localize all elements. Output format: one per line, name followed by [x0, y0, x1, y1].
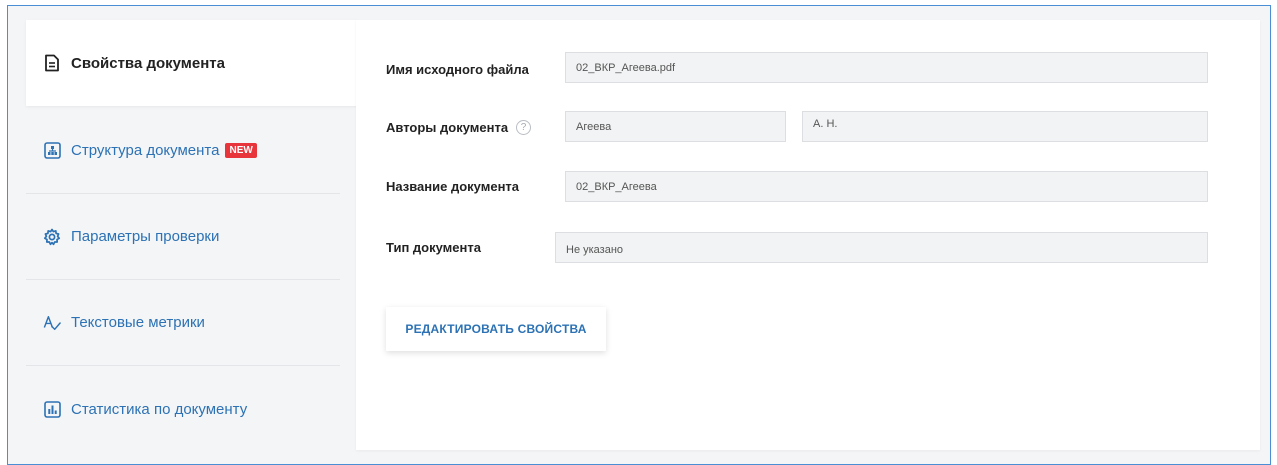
sidebar-item-document-statistics[interactable]: Статистика по документу	[26, 366, 340, 452]
sidebar-item-document-structure[interactable]: Структура документа NEW	[26, 108, 340, 194]
sidebar-item-label: Параметры проверки	[71, 228, 220, 245]
authors-label: Авторы документа ?	[386, 120, 532, 135]
sidebar: Свойства документа Структура документа N…	[26, 20, 358, 456]
title-field[interactable]: 02_ВКР_Агеева	[565, 171, 1208, 202]
author-last-name-field[interactable]: Агеева	[565, 111, 786, 142]
source-file-field[interactable]: 02_ВКР_Агеева.pdf	[565, 52, 1208, 83]
sidebar-item-label: Структура документа	[71, 142, 220, 159]
sidebar-item-check-parameters[interactable]: Параметры проверки	[26, 194, 340, 280]
sidebar-item-label: Текстовые метрики	[71, 314, 205, 331]
document-properties-panel: Имя исходного файла 02_ВКР_Агеева.pdf Ав…	[356, 20, 1260, 450]
structure-icon	[43, 142, 61, 160]
text-metrics-icon	[43, 314, 61, 332]
sidebar-item-document-properties[interactable]: Свойства документа	[26, 20, 358, 106]
bar-chart-icon	[43, 400, 61, 418]
sidebar-item-label: Статистика по документу	[71, 400, 248, 418]
help-icon[interactable]: ?	[516, 120, 532, 135]
edit-properties-button[interactable]: РЕДАКТИРОВАТЬ СВОЙСТВА	[386, 307, 606, 351]
title-label: Название документа	[386, 179, 520, 194]
gear-icon	[43, 228, 61, 246]
document-icon	[43, 54, 61, 72]
source-file-label: Имя исходного файла	[386, 62, 529, 77]
author-initials-field[interactable]: А. Н.	[802, 111, 1208, 142]
sidebar-item-label: Свойства документа	[71, 54, 225, 72]
sidebar-item-text-metrics[interactable]: Текстовые метрики	[26, 280, 340, 366]
type-field[interactable]: Не указано	[555, 232, 1208, 263]
new-badge: NEW	[225, 143, 257, 158]
type-label: Тип документа	[386, 240, 481, 255]
